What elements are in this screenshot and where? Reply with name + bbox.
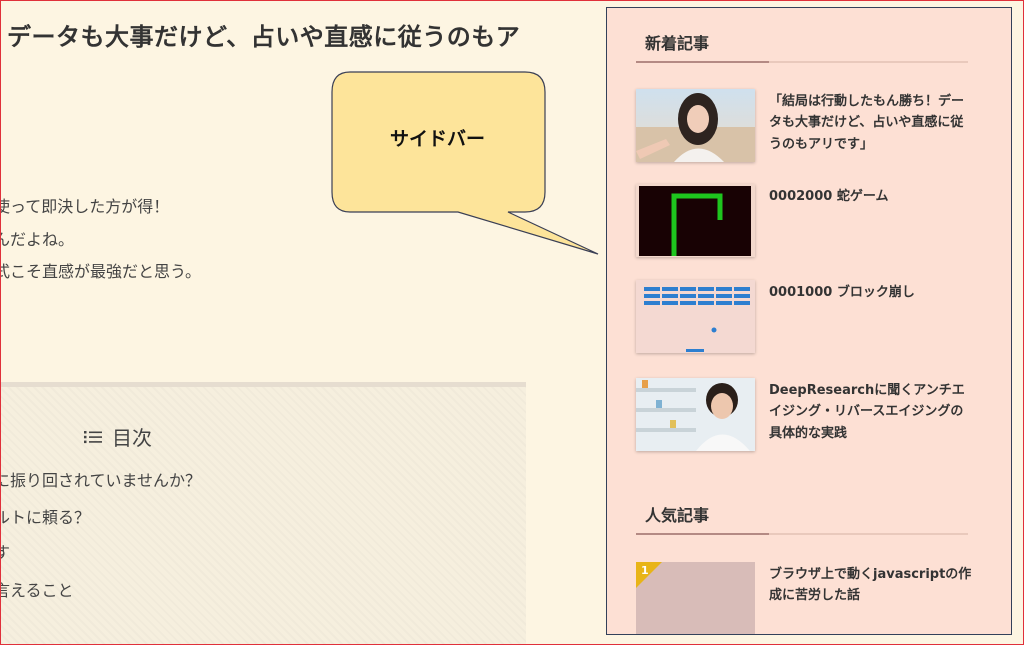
body-line: んだよね。 — [0, 230, 75, 249]
new-post-item[interactable]: 0001000 ブロック崩し — [636, 280, 976, 360]
callout-label: サイドバー — [389, 128, 485, 150]
new-post-item[interactable]: 「結局は行動したもん勝ち！データも大事だけど、占いや直感に従うのもアリです」 — [636, 89, 976, 169]
toc-item[interactable]: ルトに頼る？ — [0, 504, 90, 528]
rank-number: 1 — [641, 564, 649, 577]
article-title: データも大事だけど、占いや直感に従うのもア — [7, 23, 521, 51]
toc-item[interactable]: 言えること — [0, 577, 74, 601]
toc-title: 目次 — [112, 426, 152, 450]
post-thumbnail-snake-game[interactable] — [636, 184, 755, 257]
table-of-contents: 目次 に振り回されていませんか？ ルトに頼る？ す 言えること — [0, 382, 526, 645]
post-thumbnail-block-breaker[interactable] — [636, 280, 755, 353]
sidebar: 新着記事 「結局は行動したもん勝ち！データも大事だけど、占いや直感に従うのもアリ… — [606, 7, 1012, 635]
callout-bubble: サイドバー — [330, 70, 599, 260]
list-icon — [84, 430, 102, 443]
toc-item[interactable]: す — [0, 539, 10, 563]
heading-divider — [636, 61, 968, 63]
post-thumbnail-photo[interactable] — [636, 378, 755, 451]
new-post-item[interactable]: 0002000 蛇ゲーム — [636, 184, 976, 264]
toc-header[interactable]: 目次 — [84, 422, 152, 451]
post-title[interactable]: 0002000 蛇ゲーム — [769, 186, 974, 207]
post-title[interactable]: 0001000 ブロック崩し — [769, 282, 974, 303]
popular-posts-heading: 人気記事 — [645, 506, 710, 525]
post-title[interactable]: ブラウザ上で動くjavascriptの作成に苦労した話 — [769, 564, 974, 607]
body-line: 式こそ直感が最強だと思う。 — [0, 262, 202, 281]
rank-badge — [636, 562, 662, 588]
heading-divider — [636, 533, 968, 535]
post-thumbnail-placeholder[interactable]: 1 — [636, 562, 755, 634]
post-title[interactable]: 「結局は行動したもん勝ち！データも大事だけど、占いや直感に従うのもアリです」 — [769, 91, 974, 155]
new-post-item[interactable]: DeepResearchに聞くアンチエイジング・リバースエイジングの具体的な実践 — [636, 378, 976, 458]
speech-bubble-shape — [331, 71, 599, 255]
post-thumbnail-photo[interactable] — [636, 89, 755, 162]
post-title[interactable]: DeepResearchに聞くアンチエイジング・リバースエイジングの具体的な実践 — [769, 380, 974, 444]
body-line: 使って即決した方が得！ — [0, 197, 170, 216]
toc-item[interactable]: に振り回されていませんか？ — [0, 467, 201, 491]
popular-post-item[interactable]: 1 ブラウザ上で動くjavascriptの作成に苦労した話 — [636, 562, 976, 634]
new-posts-heading: 新着記事 — [645, 34, 710, 53]
